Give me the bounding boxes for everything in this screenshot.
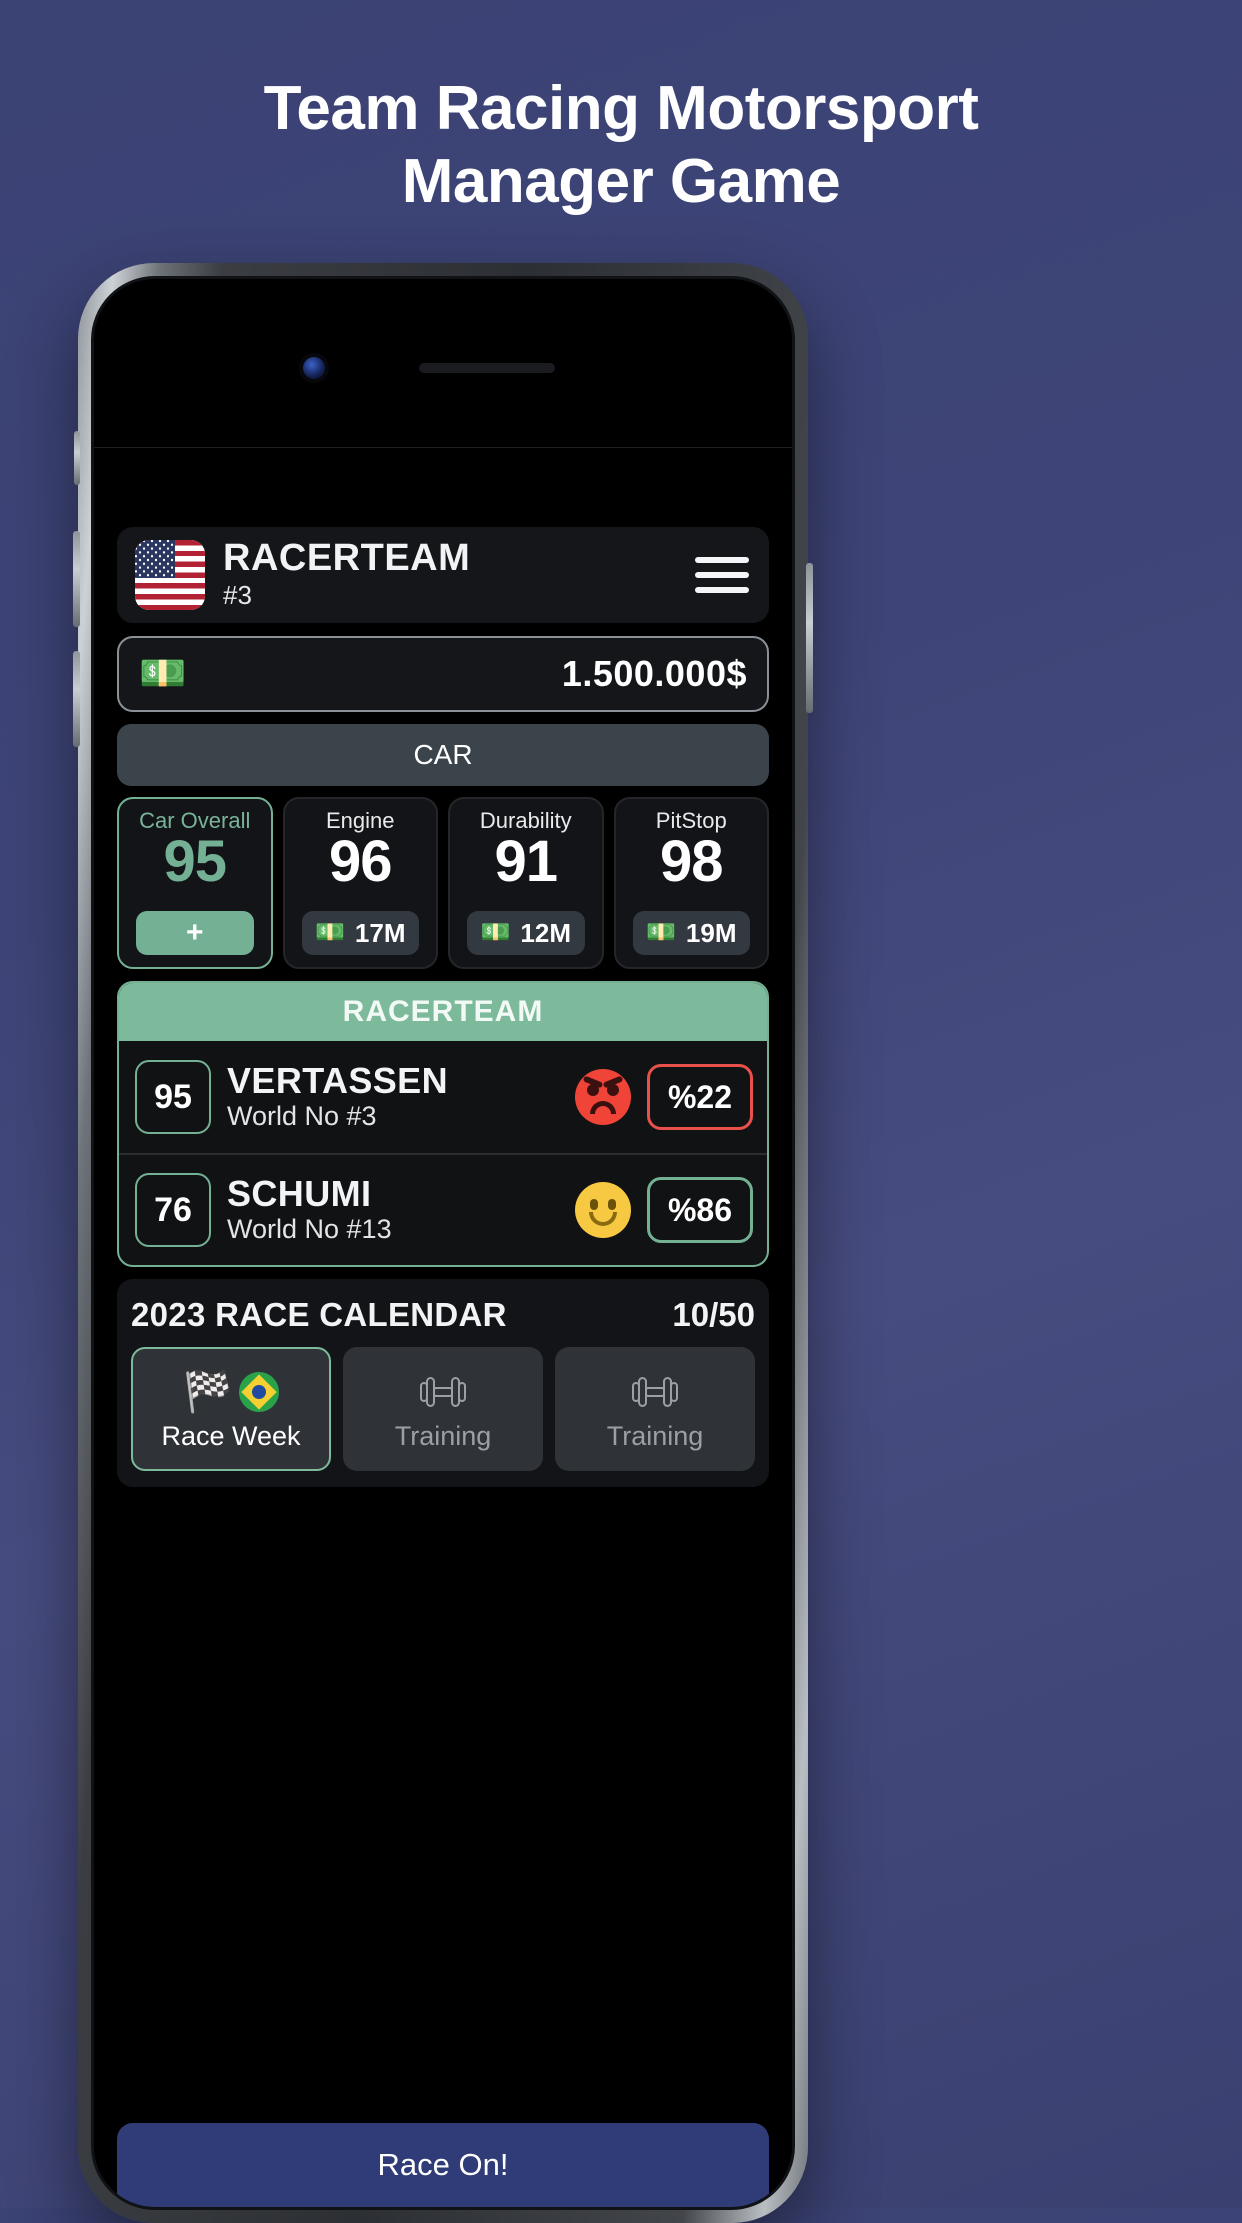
banknote-icon: 💵: [646, 919, 676, 946]
race-calendar-tiles: 🏁 Race Week Training Training: [131, 1347, 755, 1471]
upgrade-car-button[interactable]: +: [136, 911, 254, 955]
promo-heading: Team Racing Motorsport Manager Game: [0, 72, 1242, 218]
promo-heading-line-1: Team Racing Motorsport: [263, 74, 979, 143]
driver-name: SCHUMI: [227, 1173, 372, 1215]
phone-screen-bezel: RACERTEAM #3 💵 1.500.000$ CAR Car Overal…: [91, 276, 795, 2210]
driver-row[interactable]: 95 VERTASSEN World No #3 %22: [119, 1041, 767, 1153]
banknote-icon: 💵: [139, 653, 187, 695]
driver-info: SCHUMI World No #13: [227, 1173, 559, 1245]
driver-overall-badge: 76: [135, 1173, 211, 1247]
stat-value-engine: 96: [328, 829, 393, 894]
stat-card-pitstop[interactable]: PitStop 98 💵 19M: [613, 797, 769, 969]
driver-world-rank: World No #13: [227, 1213, 392, 1244]
team-name: RACERTEAM: [223, 537, 471, 580]
stat-value-pitstop: 98: [659, 829, 724, 894]
app-screen: RACERTEAM #3 💵 1.500.000$ CAR Car Overal…: [94, 447, 792, 2207]
tab-car[interactable]: CAR: [117, 724, 769, 786]
promo-heading-line-2: Manager Game: [401, 147, 841, 217]
race-on-label: Race On!: [377, 2147, 509, 2182]
upgrade-engine-button[interactable]: 💵 17M: [301, 911, 419, 955]
driver-name: VERTASSEN: [227, 1060, 448, 1102]
calendar-tile-label: Training: [394, 1420, 492, 1451]
race-calendar-counter: 10/50: [672, 1296, 755, 1333]
driver-info: VERTASSEN World No #3: [227, 1060, 559, 1132]
mood-angry-icon: [575, 1069, 631, 1125]
calendar-tile-race-week[interactable]: 🏁 Race Week: [131, 1347, 331, 1471]
upgrade-car-label: +: [185, 916, 204, 949]
silent-switch[interactable]: [74, 431, 80, 485]
checkered-flag-icon: 🏁: [183, 1369, 233, 1414]
stat-value-durability: 91: [494, 829, 558, 894]
upgrade-durability-price: 12M: [520, 917, 571, 948]
phone-mockup: RACERTEAM #3 💵 1.500.000$ CAR Car Overal…: [73, 263, 813, 2223]
race-calendar: 2023 RACE CALENDAR 10/50 🏁 Race Week Tra…: [117, 1279, 769, 1487]
calendar-tile-label: Race Week: [161, 1420, 301, 1451]
team-header[interactable]: RACERTEAM #3: [117, 527, 769, 623]
drivers-panel-title: RACERTEAM: [119, 983, 767, 1041]
race-calendar-title: 2023 RACE CALENDAR: [131, 1296, 507, 1333]
upgrade-pitstop-price: 19M: [685, 917, 737, 948]
race-on-button[interactable]: Race On!: [117, 2123, 769, 2207]
calendar-tile-training-1[interactable]: Training: [343, 1347, 543, 1471]
driver-world-rank: World No #3: [227, 1100, 377, 1131]
mood-happy-icon: [575, 1182, 631, 1238]
upgrade-engine-price: 17M: [354, 917, 406, 948]
race-week-icons: 🏁: [183, 1367, 279, 1417]
power-button[interactable]: [806, 563, 813, 713]
upgrade-durability-button[interactable]: 💵 12M: [467, 911, 585, 955]
training-icon-wrap: [629, 1367, 681, 1417]
stat-card-car-overall[interactable]: Car Overall 95 +: [117, 797, 273, 969]
money-bar: 💵 1.500.000$: [117, 636, 769, 712]
calendar-tile-label: Training: [606, 1420, 704, 1451]
race-calendar-header: 2023 RACE CALENDAR 10/50: [131, 1293, 755, 1337]
dumbbell-icon: [420, 1376, 466, 1407]
driver-overall-badge: 95: [135, 1060, 211, 1134]
driver-morale-badge: %22: [647, 1064, 753, 1130]
volume-up-button[interactable]: [73, 531, 80, 627]
team-identity: RACERTEAM #3: [223, 537, 677, 611]
upgrade-pitstop-button[interactable]: 💵 19M: [632, 911, 750, 955]
money-amount: 1.500.000$: [561, 653, 747, 694]
banknote-icon: 💵: [315, 919, 345, 946]
hamburger-menu-icon[interactable]: [695, 557, 749, 593]
banknote-icon: 💵: [480, 919, 511, 946]
us-flag-icon: [135, 540, 205, 610]
calendar-tile-training-2[interactable]: Training: [555, 1347, 755, 1471]
stat-card-engine[interactable]: Engine 96 💵 17M: [282, 797, 438, 969]
earpiece-speaker: [419, 363, 555, 373]
drivers-panel: RACERTEAM 95 VERTASSEN World No #3 %22 7…: [117, 981, 769, 1267]
driver-morale-badge: %86: [647, 1177, 753, 1243]
volume-down-button[interactable]: [73, 651, 80, 747]
driver-row[interactable]: 76 SCHUMI World No #13 %86: [119, 1153, 767, 1265]
dumbbell-icon: [632, 1376, 678, 1407]
training-icon-wrap: [417, 1367, 469, 1417]
stat-card-durability[interactable]: Durability 91 💵 12M: [448, 797, 604, 969]
brazil-flag-icon: [238, 1371, 279, 1412]
tab-car-label: CAR: [413, 739, 473, 770]
stat-value-car-overall: 95: [163, 829, 227, 894]
front-camera-icon: [303, 357, 325, 379]
car-stats-row: Car Overall 95 + Engine 96 💵 17M Durabil…: [117, 797, 769, 969]
team-rank: #3: [223, 580, 252, 610]
